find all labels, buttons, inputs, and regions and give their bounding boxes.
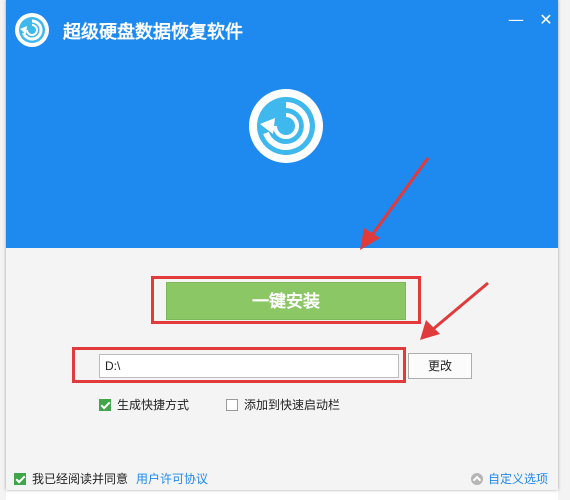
app-logo-large-icon	[249, 89, 323, 163]
minimize-icon[interactable]: —	[506, 10, 526, 30]
quick-launch-label: 添加到快速启动栏	[244, 398, 341, 412]
chevron-up-icon	[470, 472, 483, 485]
create-shortcut-option[interactable]: 生成快捷方式	[99, 396, 189, 413]
change-path-button[interactable]: 更改	[408, 353, 472, 379]
background-window-right	[558, 0, 570, 500]
installer-header: 超级硬盘数据恢复软件 — ✕	[6, 0, 558, 248]
install-path-input[interactable]: D:\	[99, 354, 399, 378]
agreement-row: 我已经阅读并同意 用户许可协议	[14, 470, 208, 487]
close-icon[interactable]: ✕	[536, 10, 556, 30]
quick-launch-option[interactable]: 添加到快速启动栏	[226, 396, 340, 413]
one-click-install-button[interactable]: 一键安装	[166, 282, 406, 320]
checkbox-icon[interactable]	[99, 398, 111, 411]
custom-options-label: 自定义选项	[487, 472, 548, 486]
installer-window: 超级硬盘数据恢复软件 — ✕ 一键安装 D:\ 更改 生成快捷方式 添加到快速启…	[6, 0, 558, 490]
window-title: 超级硬盘数据恢复软件	[63, 22, 243, 43]
checkbox-icon[interactable]	[226, 398, 238, 411]
custom-options-toggle[interactable]: 自定义选项	[470, 470, 548, 487]
agreement-text: 我已经阅读并同意	[32, 472, 129, 486]
app-logo-icon	[15, 13, 49, 47]
license-link[interactable]: 用户许可协议	[136, 470, 208, 487]
create-shortcut-label: 生成快捷方式	[117, 398, 190, 412]
agreement-checkbox-icon[interactable]	[14, 472, 26, 485]
